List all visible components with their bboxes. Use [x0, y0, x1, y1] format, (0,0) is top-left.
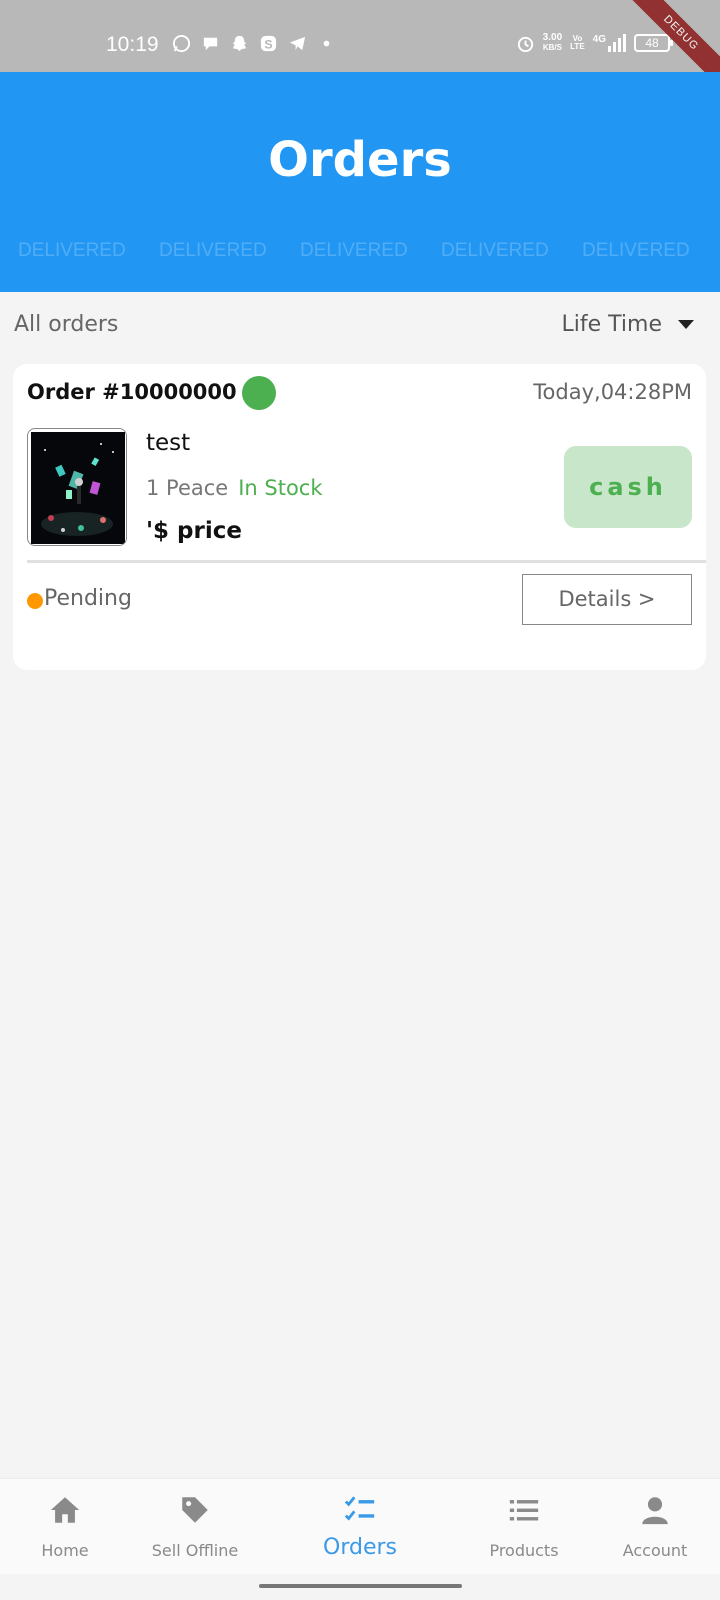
nav-item-orders[interactable]: Orders: [295, 1479, 425, 1575]
nav-item-sell-offline[interactable]: Sell Offline: [130, 1479, 260, 1575]
whatsapp-icon: [172, 34, 191, 53]
person-icon: [642, 1497, 668, 1525]
volte-indicator: Vo LTE: [570, 35, 585, 51]
product-name: test: [146, 430, 191, 456]
tab-delivered[interactable]: DELIVERED: [441, 240, 552, 262]
payment-method-badge: cash: [564, 446, 692, 528]
status-tabs: DELIVERED DELIVERED DELIVERED DELIVERED …: [18, 240, 693, 262]
more-dot-icon: [323, 40, 330, 47]
tab-delivered[interactable]: DELIVERED: [582, 240, 693, 262]
tab-delivered[interactable]: DELIVERED: [18, 240, 129, 262]
dropdown-caret-icon: [678, 320, 694, 329]
nav-label-home: Home: [41, 1541, 89, 1560]
order-card[interactable]: Order #10000000 Today,04:28PM test 1 Pea…: [13, 364, 706, 670]
home-indicator[interactable]: [259, 1584, 462, 1588]
nav-item-home[interactable]: Home: [0, 1479, 130, 1575]
list-icon: [509, 1500, 539, 1521]
period-label: Life Time: [561, 312, 662, 337]
snapchat-icon: [232, 35, 247, 52]
all-orders-label: All orders: [14, 312, 119, 337]
product-thumbnail: [27, 428, 127, 546]
nav-label-account: Account: [622, 1541, 688, 1560]
speed-value: 3.00: [542, 32, 563, 43]
home-icon: [50, 1497, 80, 1523]
speed-unit: KB/S: [542, 43, 562, 52]
quantity-row: 1 Peace In Stock: [146, 476, 323, 500]
period-dropdown[interactable]: Life Time: [562, 312, 694, 337]
network-speed: 3.00 KB/S: [543, 33, 562, 53]
battery-icon: 48: [634, 34, 673, 52]
app-header: Orders DELIVERED DELIVERED DELIVERED DEL…: [0, 72, 720, 292]
order-status-label: Pending: [44, 586, 132, 611]
tab-delivered[interactable]: DELIVERED: [159, 240, 270, 262]
stock-status: In Stock: [238, 476, 323, 500]
telegram-icon: [289, 36, 306, 51]
order-number: Order #10000000: [27, 380, 237, 404]
signal-icon: 4G: [593, 34, 626, 52]
status-time: 10:19: [106, 33, 159, 56]
network-type: 4G: [592, 34, 606, 45]
nav-label-sell-offline: Sell Offline: [151, 1541, 239, 1560]
status-bar: 10:19 S 3.00 KB/S Vo LTE 4G 48 DEBUG: [0, 0, 720, 94]
alarm-icon: [517, 36, 533, 52]
page-title: Orders: [268, 132, 452, 188]
tag-icon: [182, 1497, 208, 1523]
battery-level: 48: [645, 36, 659, 50]
quantity-label: 1 Peace: [146, 476, 229, 500]
pending-status-dot: [27, 593, 43, 609]
price-label: '$ price: [146, 518, 242, 544]
nav-label-products: Products: [489, 1541, 559, 1560]
details-button[interactable]: Details >: [522, 574, 692, 625]
tab-delivered[interactable]: DELIVERED: [300, 240, 411, 262]
bottom-navigation: Home Sell Offline Orders Products Accoun…: [0, 1478, 720, 1574]
filter-row: All orders Life Time: [14, 312, 694, 342]
order-status-dot: [242, 376, 276, 410]
nav-item-account[interactable]: Account: [590, 1479, 720, 1575]
notification-icons: S: [172, 34, 336, 53]
product-image: [31, 432, 125, 544]
order-date: Today,04:28PM: [533, 380, 692, 404]
volte-bottom: LTE: [570, 42, 585, 51]
nav-label-orders: Orders: [323, 1535, 397, 1560]
skype-icon: S: [260, 35, 277, 51]
nav-item-products[interactable]: Products: [459, 1479, 589, 1575]
system-status: 3.00 KB/S Vo LTE 4G 48: [516, 33, 673, 53]
checklist-icon: [344, 1496, 375, 1521]
card-divider: [27, 560, 706, 563]
svg-text:S: S: [264, 37, 272, 51]
chat-bubble-icon: [203, 37, 218, 51]
